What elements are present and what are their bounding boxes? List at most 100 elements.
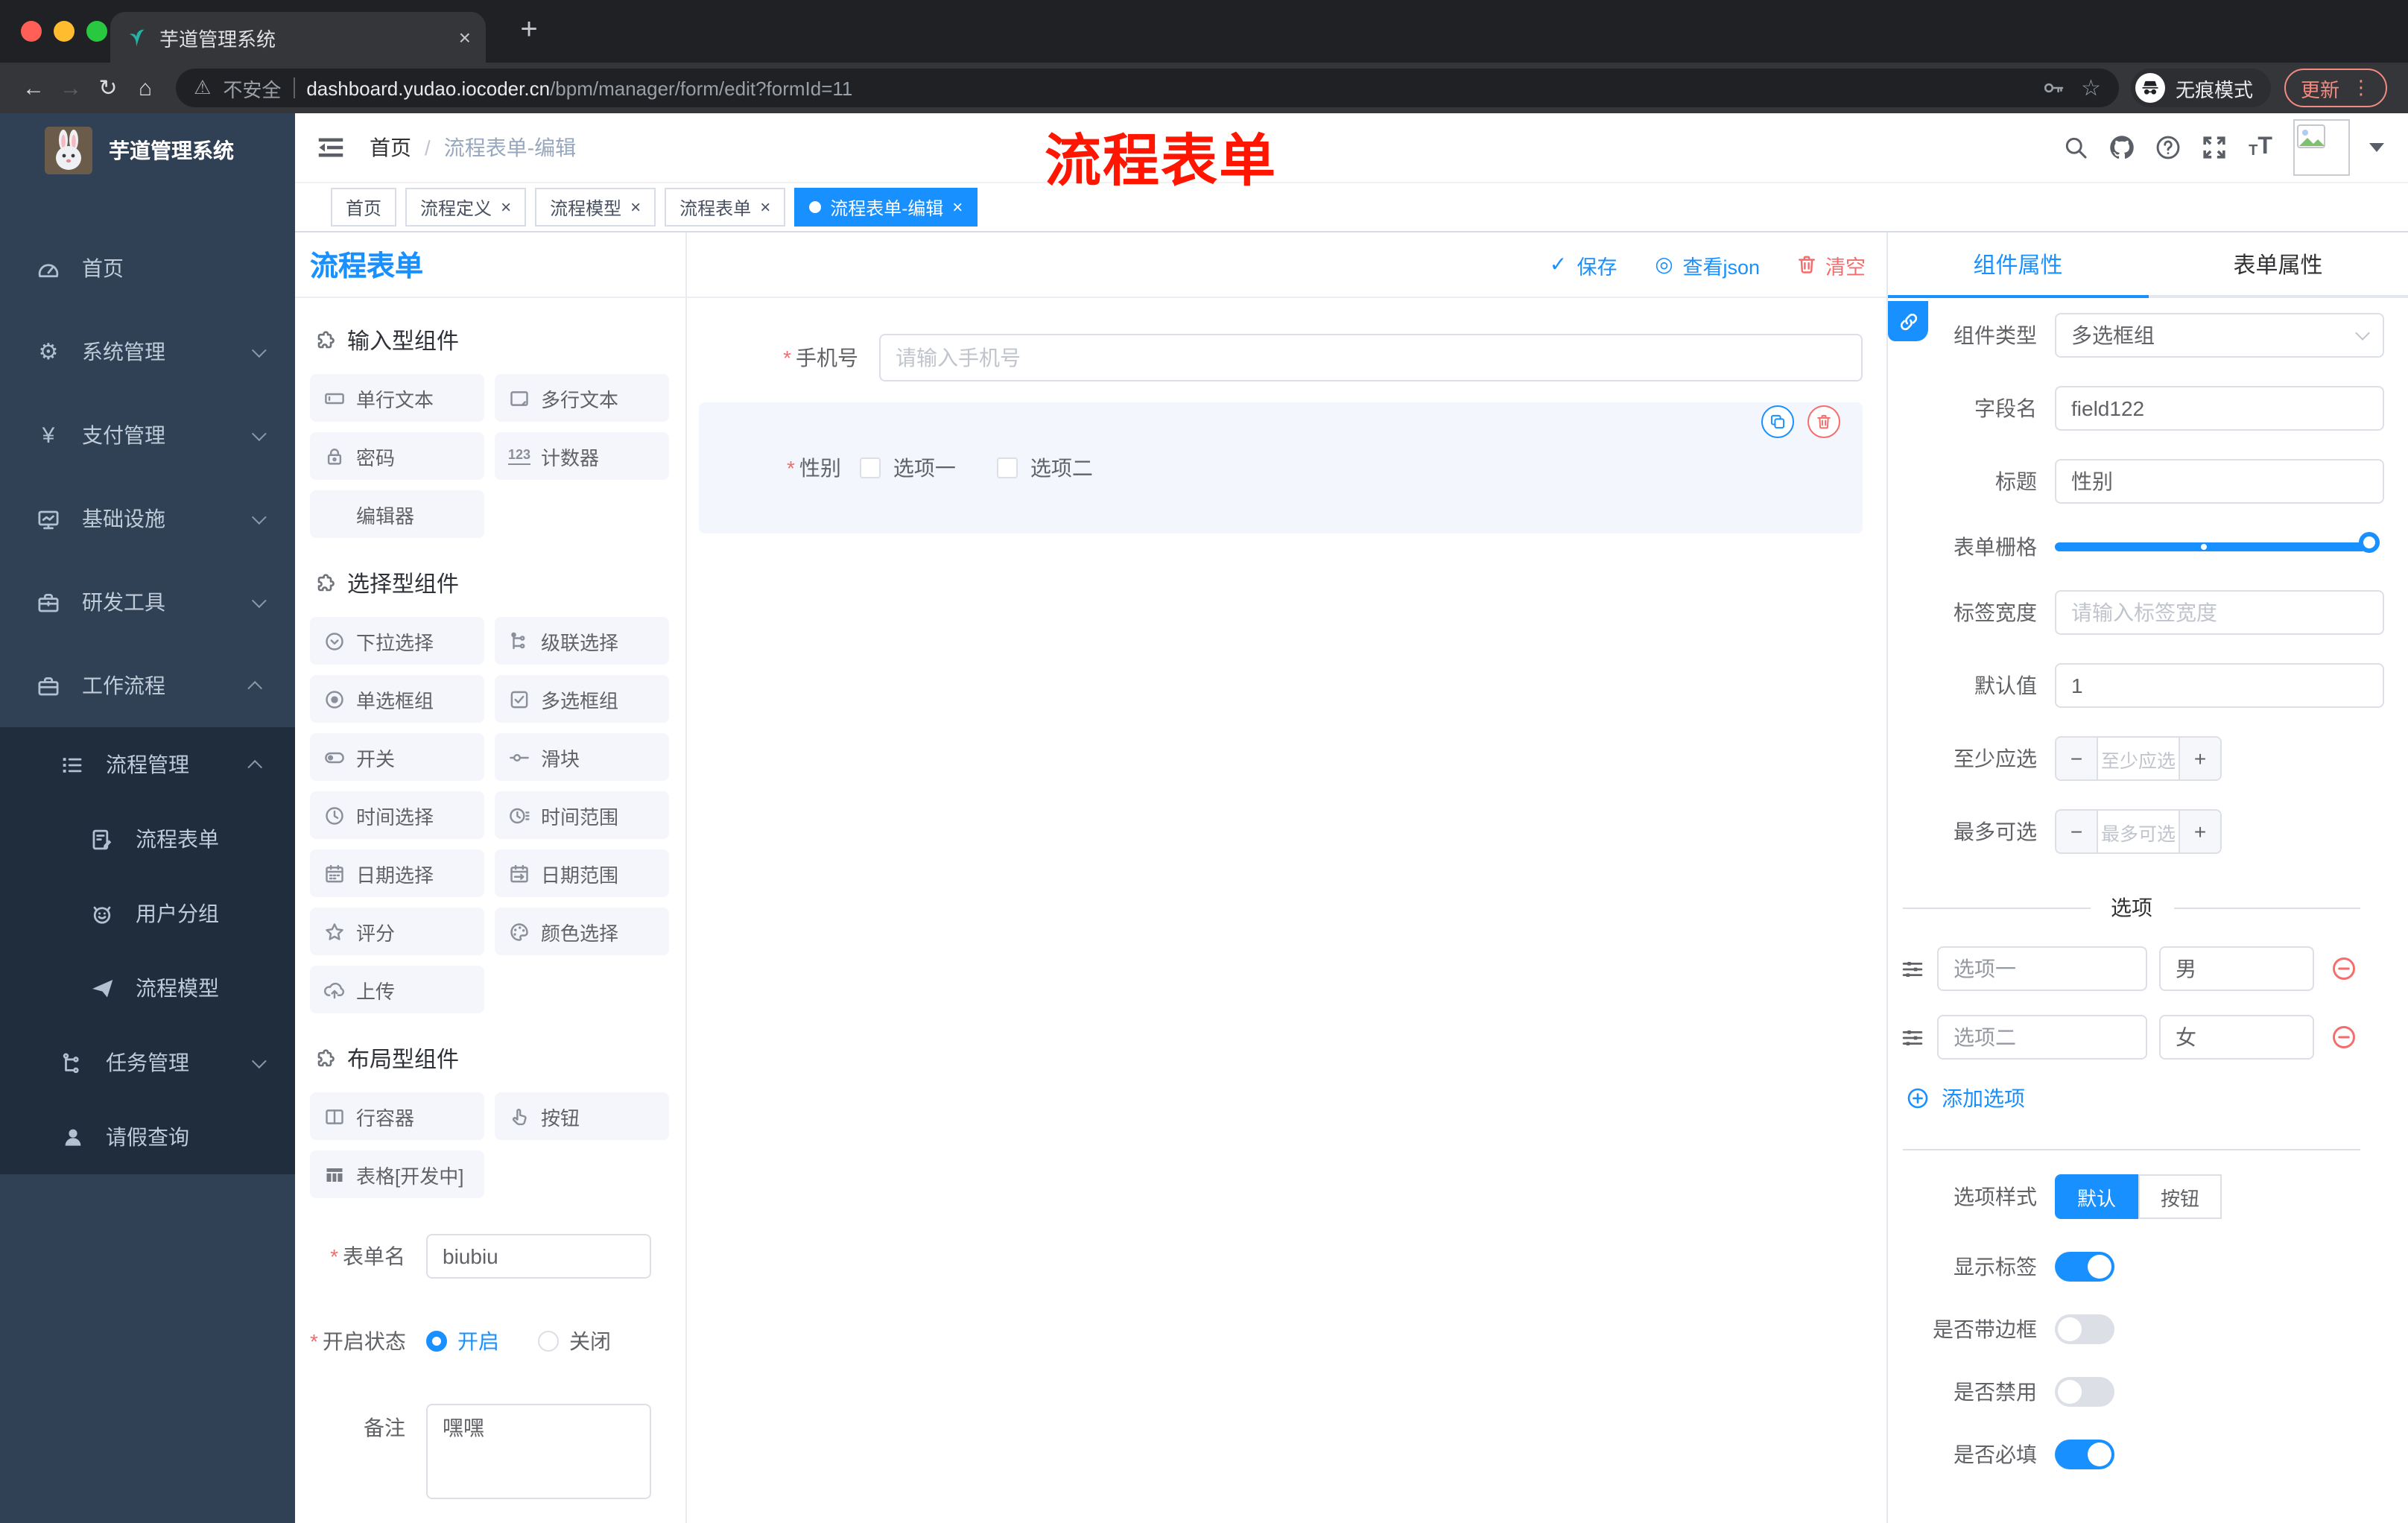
increase-button[interactable]: + (2179, 811, 2220, 852)
copy-component-button[interactable] (1761, 405, 1794, 438)
checkbox[interactable] (860, 457, 881, 478)
form-remark-textarea[interactable]: 嘿嘿 (426, 1404, 651, 1499)
toggle-switch[interactable] (2055, 1377, 2114, 1407)
forward-icon[interactable]: → (52, 75, 89, 101)
component-type-select[interactable]: 多选框组 (2055, 313, 2384, 358)
drag-handle-icon[interactable] (1900, 956, 1925, 981)
option-value-input[interactable] (2159, 1015, 2314, 1060)
form-name-input[interactable] (426, 1234, 651, 1279)
search-icon[interactable] (2062, 134, 2089, 161)
close-window-button[interactable] (21, 21, 42, 42)
component-chip[interactable]: 时间选择 (310, 791, 484, 839)
component-chip[interactable]: 日期选择 (310, 849, 484, 897)
avatar[interactable] (2293, 119, 2350, 176)
toggle-switch[interactable] (2055, 1314, 2114, 1344)
component-chip[interactable]: 时间范围 (495, 791, 669, 839)
close-icon[interactable]: × (760, 198, 770, 216)
sidebar-item[interactable]: 流程模型 (0, 951, 295, 1025)
menu-dots-icon[interactable]: ⋮ (2351, 76, 2371, 100)
sidebar-item[interactable]: 工作流程 (0, 644, 295, 727)
home-icon[interactable]: ⌂ (127, 75, 164, 101)
close-tab-icon[interactable]: × (459, 27, 471, 48)
sidebar-item[interactable]: 流程管理 (0, 727, 295, 802)
close-icon[interactable]: × (630, 198, 641, 216)
field-name-input[interactable] (2055, 386, 2384, 431)
update-button[interactable]: 更新 ⋮ (2284, 69, 2387, 107)
component-chip[interactable]: 编辑器 (310, 490, 484, 538)
close-icon[interactable]: × (501, 198, 511, 216)
browser-tab[interactable]: 芋道管理系统 × (110, 12, 486, 63)
slider-handle[interactable] (2359, 532, 2380, 553)
avatar-caret-icon[interactable] (2369, 143, 2384, 152)
radio-open[interactable]: 开启 (426, 1326, 499, 1356)
component-chip[interactable]: 下拉选择 (310, 617, 484, 665)
gender-field-selected[interactable]: * 性别 选项一 选项二 (699, 402, 1863, 533)
max-select-placeholder[interactable]: 最多可选 (2098, 811, 2179, 852)
segmented-option[interactable]: 按钮 (2138, 1174, 2222, 1219)
sidebar-item[interactable]: 首页 (0, 227, 295, 310)
segmented-option[interactable]: 默认 (2055, 1174, 2139, 1219)
sidebar-logo[interactable]: 芋道管理系统 (0, 113, 295, 188)
back-icon[interactable]: ← (15, 75, 52, 101)
component-chip[interactable]: 日期范围 (495, 849, 669, 897)
bookmark-star-icon[interactable]: ☆ (2081, 75, 2101, 101)
component-chip[interactable]: 行容器 (310, 1092, 484, 1140)
component-chip[interactable]: 级联选择 (495, 617, 669, 665)
phone-input[interactable] (879, 334, 1863, 381)
label-width-input[interactable] (2055, 590, 2384, 635)
tag-item[interactable]: 流程表单-编辑 × (794, 188, 978, 227)
component-chip[interactable]: 多行文本 (495, 374, 669, 422)
option-label-input[interactable] (1937, 1015, 2147, 1060)
tag-item[interactable]: 流程模型 × (535, 188, 656, 227)
drag-handle-icon[interactable] (1900, 1025, 1925, 1050)
address-bar[interactable]: ⚠ 不安全 dashboard.yudao.iocoder.cn/bpm/man… (176, 69, 2119, 107)
hamburger-icon[interactable] (316, 133, 346, 162)
component-chip[interactable]: 密码 (310, 432, 484, 480)
component-chip[interactable]: 上传 (310, 966, 484, 1013)
sidebar-item[interactable]: 流程表单 (0, 802, 295, 876)
component-chip[interactable]: 颜色选择 (495, 908, 669, 955)
password-key-icon[interactable] (2041, 76, 2065, 100)
reload-icon[interactable]: ↻ (89, 75, 127, 101)
default-value-input[interactable] (2055, 663, 2384, 708)
checkbox-option[interactable]: 选项一 (860, 453, 956, 483)
remove-option-icon[interactable] (2331, 955, 2357, 982)
github-icon[interactable] (2108, 134, 2135, 161)
checkbox[interactable] (997, 457, 1018, 478)
breadcrumb-root[interactable]: 首页 (370, 133, 411, 162)
tab-form-props[interactable]: 表单属性 (2148, 232, 2408, 295)
fullscreen-icon[interactable] (2201, 134, 2228, 161)
minimize-window-button[interactable] (54, 21, 75, 42)
toggle-switch[interactable] (2055, 1252, 2114, 1282)
component-chip[interactable]: 开关 (310, 733, 484, 781)
phone-field[interactable]: * 手机号 (699, 334, 1863, 381)
save-button[interactable]: ✓ 保存 (1547, 250, 1618, 279)
component-chip[interactable]: 表格[开发中] (310, 1150, 484, 1198)
sidebar-item[interactable]: 用户分组 (0, 876, 295, 951)
sidebar-item[interactable]: 请假查询 (0, 1100, 295, 1174)
radio-closed[interactable]: 关闭 (538, 1326, 611, 1356)
new-tab-button[interactable]: + (510, 10, 548, 49)
component-chip[interactable]: 多选框组 (495, 675, 669, 723)
option-value-input[interactable] (2159, 946, 2314, 991)
font-size-icon[interactable]: TT (2247, 134, 2274, 161)
sidebar-item[interactable]: ¥ 支付管理 (0, 393, 295, 477)
grid-slider[interactable] (2055, 532, 2380, 553)
tag-item[interactable]: 流程表单 × (665, 188, 786, 227)
close-icon[interactable]: × (952, 198, 963, 216)
remove-option-icon[interactable] (2331, 1024, 2357, 1051)
checkbox-option[interactable]: 选项二 (997, 453, 1093, 483)
component-chip[interactable]: 单选框组 (310, 675, 484, 723)
component-chip[interactable]: 123 计数器 (495, 432, 669, 480)
sidebar-item[interactable]: 研发工具 (0, 560, 295, 644)
tag-item[interactable]: 流程定义 × (405, 188, 527, 227)
tag-item[interactable]: 首页 × (331, 188, 397, 227)
component-chip[interactable]: 评分 (310, 908, 484, 955)
decrease-button[interactable]: − (2056, 811, 2098, 852)
sidebar-item[interactable]: 基础设施 (0, 477, 295, 560)
option-label-input[interactable] (1937, 946, 2147, 991)
delete-component-button[interactable] (1807, 405, 1840, 438)
link-icon[interactable] (1888, 301, 1928, 341)
component-chip[interactable]: 滑块 (495, 733, 669, 781)
min-select-placeholder[interactable]: 至少应选 (2098, 738, 2179, 779)
